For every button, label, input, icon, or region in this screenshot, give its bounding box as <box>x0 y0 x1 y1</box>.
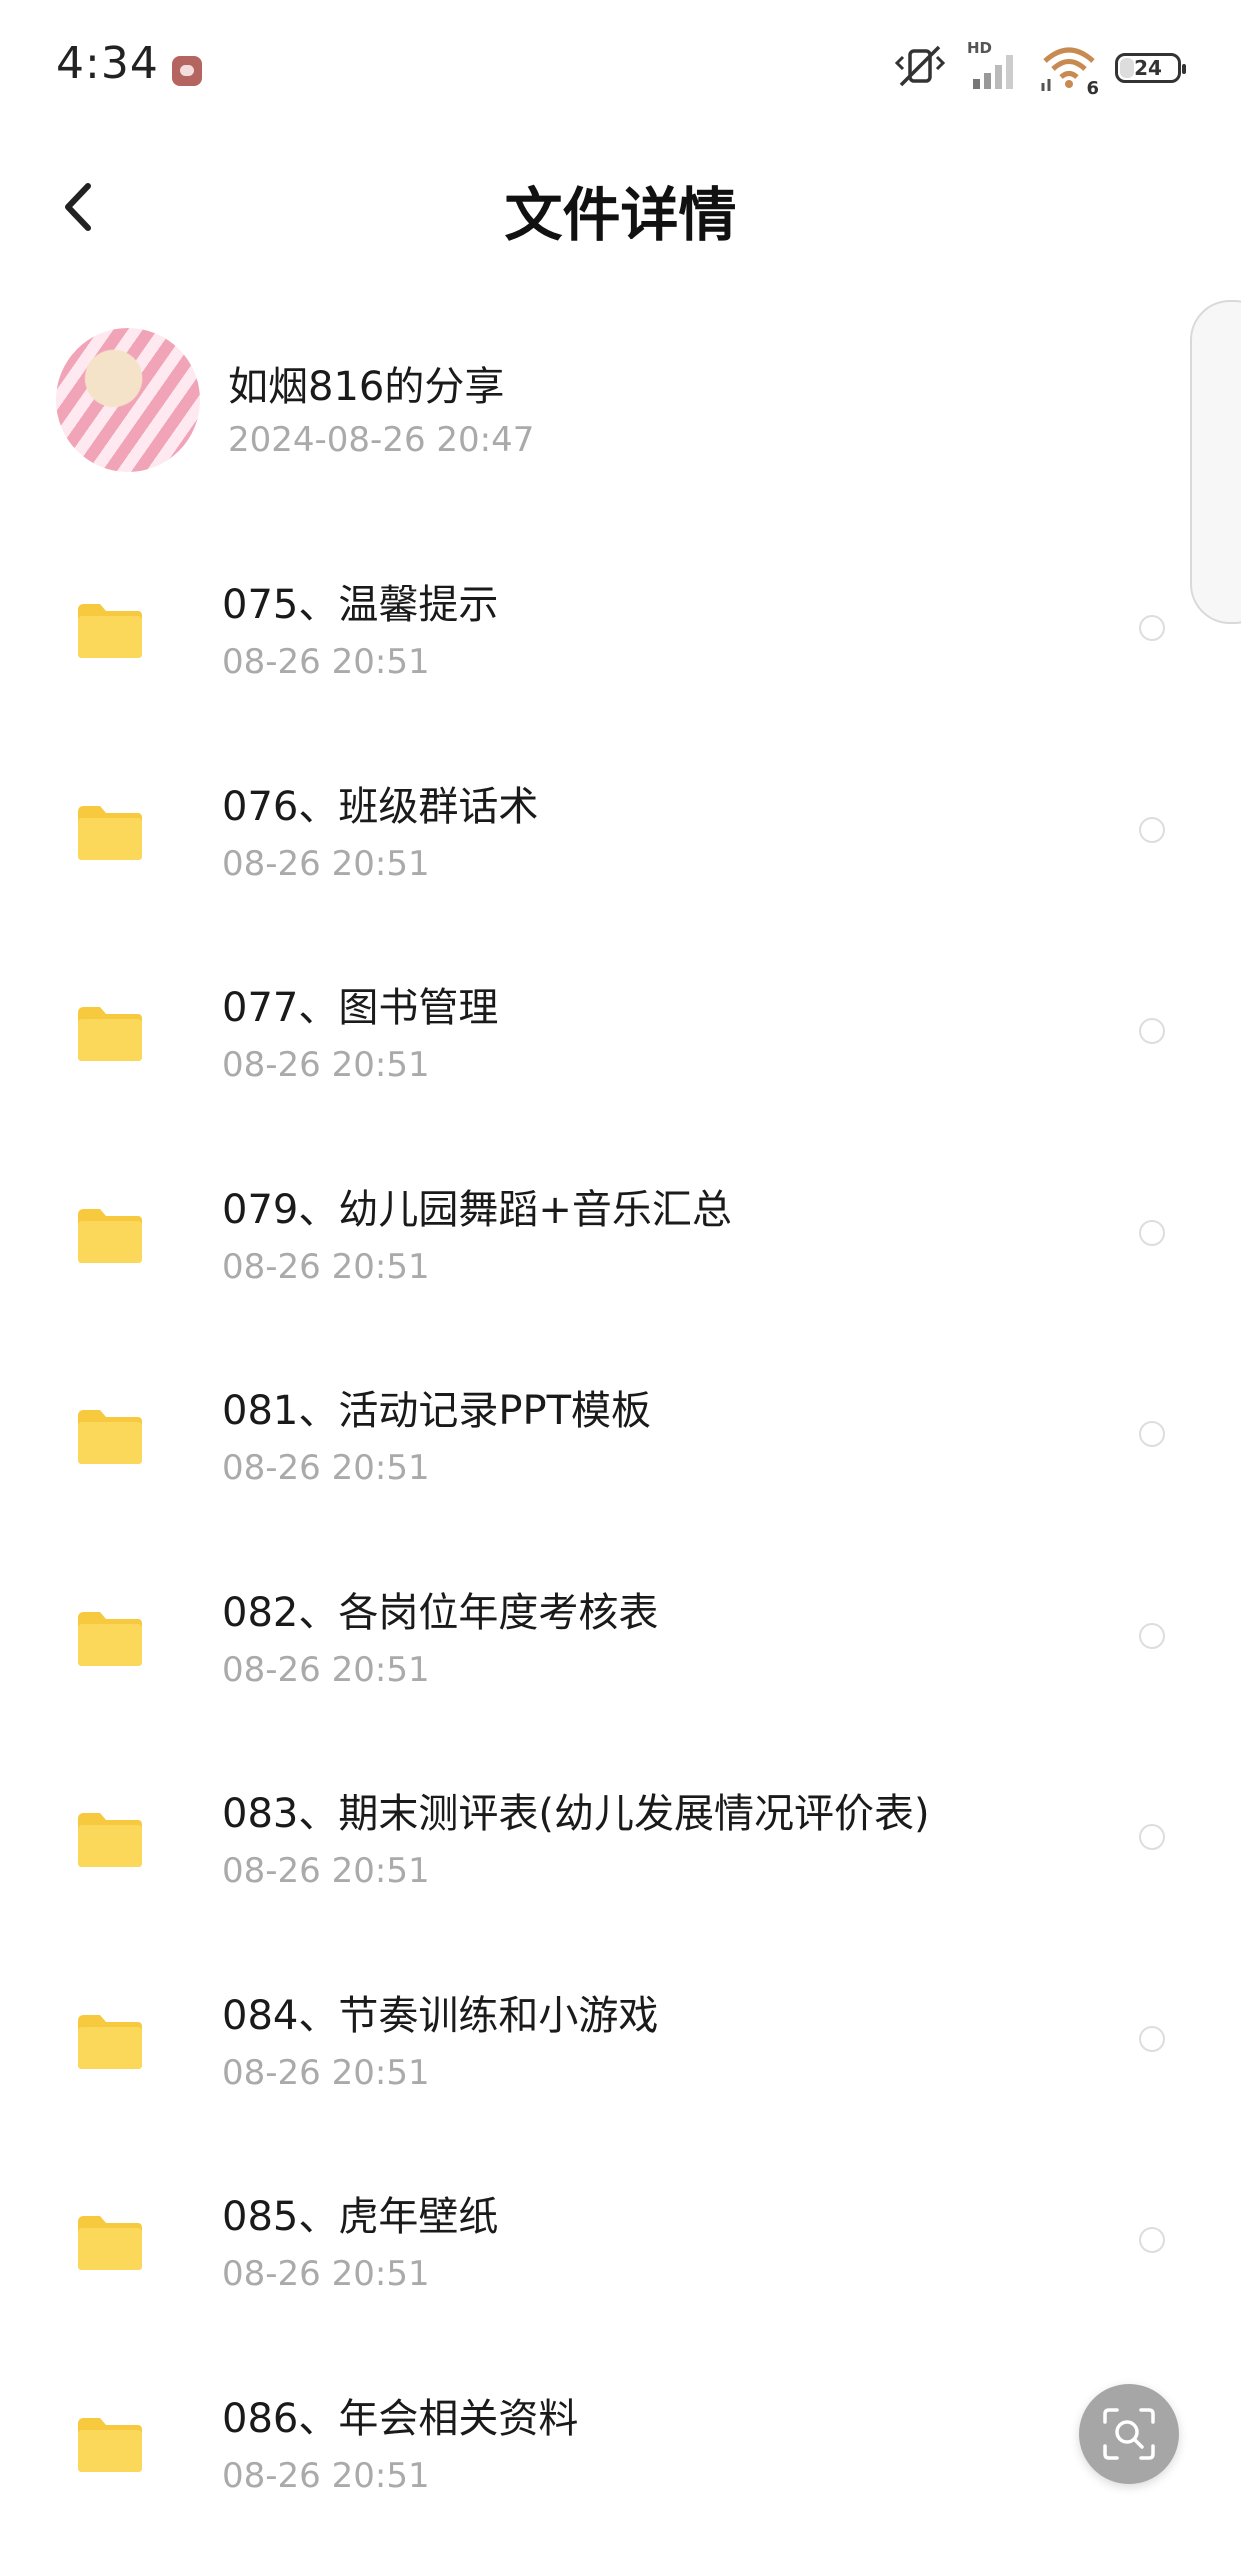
folder-icon <box>78 1611 142 1666</box>
folder-time: 08-26 20:51 <box>222 1246 430 1287</box>
battery-icon: 24 <box>1115 53 1186 83</box>
folder-item[interactable]: 086、年会相关资料 08-26 20:51 <box>0 2342 1241 2544</box>
wifi-icon: 6 <box>1041 43 1099 99</box>
select-radio[interactable] <box>1139 615 1165 641</box>
folder-icon <box>78 1007 142 1061</box>
select-radio[interactable] <box>1139 1219 1165 1246</box>
folder-time: 08-26 20:51 <box>222 1649 430 1690</box>
page-title: 文件详情 <box>504 181 737 249</box>
folder-item[interactable]: 085、虎年壁纸 08-26 20:51 <box>0 2140 1241 2342</box>
folder-time: 08-26 20:51 <box>222 2052 430 2093</box>
select-radio[interactable] <box>1139 1824 1165 1850</box>
folder-item[interactable]: 081、活动记录PPT模板 08-26 20:51 <box>0 1334 1241 1536</box>
wifi-badge: 6 <box>1086 78 1099 99</box>
folder-icon <box>78 1813 142 1867</box>
folder-item[interactable]: 075、温馨提示 08-26 20:51 <box>0 528 1241 730</box>
folder-time: 08-26 20:51 <box>222 2455 430 2496</box>
folder-name: 079、幼儿园舞蹈+音乐汇总 <box>222 1186 732 1233</box>
folder-time: 08-26 20:51 <box>222 2254 430 2294</box>
select-radio[interactable] <box>1139 2025 1165 2052</box>
share-time: 2024-08-26 20:47 <box>228 420 535 460</box>
folder-name: 075、温馨提示 <box>222 582 499 628</box>
select-radio[interactable] <box>1139 1018 1165 1044</box>
folder-name: 086、年会相关资料 <box>222 2395 579 2442</box>
folder-name: 083、期末测评表(幼儿发展情况评价表) <box>222 1791 930 1837</box>
folder-name: 081、活动记录PPT模板 <box>222 1388 652 1434</box>
folder-time: 08-26 20:51 <box>222 1448 430 1488</box>
vibrate-off-icon <box>893 43 947 93</box>
folder-time: 08-26 20:51 <box>222 1045 430 1085</box>
status-bar: 4:34 HD 6 24 <box>0 0 1241 140</box>
folder-item[interactable]: 084、节奏训练和小游戏 08-26 20:51 <box>0 1939 1241 2141</box>
folder-item[interactable]: 083、期末测评表(幼儿发展情况评价表) 08-26 20:51 <box>0 1737 1241 1939</box>
sharer-name: 如烟816的分享 <box>228 364 505 410</box>
select-radio[interactable] <box>1139 1622 1165 1649</box>
folder-icon <box>78 2417 142 2472</box>
select-radio[interactable] <box>1139 816 1165 843</box>
folder-name: 076、班级群话术 <box>222 783 539 830</box>
status-time: 4:34 <box>56 38 159 89</box>
folder-icon <box>78 805 142 860</box>
scan-search-button[interactable] <box>1079 2384 1179 2484</box>
avatar[interactable] <box>56 328 200 472</box>
folder-icon <box>78 2014 142 2069</box>
folder-item[interactable]: 077、图书管理 08-26 20:51 <box>0 931 1241 1133</box>
folder-name: 077、图书管理 <box>222 985 499 1031</box>
select-radio[interactable] <box>1139 1421 1165 1447</box>
folder-name: 084、节奏训练和小游戏 <box>222 1992 659 2039</box>
share-header: 如烟816的分享 2024-08-26 20:47 <box>0 320 1241 480</box>
folder-icon <box>78 2216 142 2270</box>
select-radio[interactable] <box>1139 2227 1165 2253</box>
folder-time: 08-26 20:51 <box>222 1851 430 1891</box>
status-icons: HD 6 24 <box>893 39 1186 99</box>
folder-item[interactable]: 079、幼儿园舞蹈+音乐汇总 08-26 20:51 <box>0 1133 1241 1335</box>
file-list: 075、温馨提示 08-26 20:51 076、班级群话术 08-26 20:… <box>0 528 1241 2543</box>
folder-item[interactable]: 076、班级群话术 08-26 20:51 <box>0 730 1241 932</box>
battery-level: 24 <box>1134 56 1162 80</box>
folder-time: 08-26 20:51 <box>222 642 430 682</box>
folder-name: 085、虎年壁纸 <box>222 2194 499 2240</box>
signal-icon: HD <box>965 39 1023 93</box>
folder-icon <box>78 1410 142 1464</box>
folder-name: 082、各岗位年度考核表 <box>222 1589 659 1636</box>
scan-search-icon <box>1103 2408 1155 2460</box>
folder-icon <box>78 1208 142 1263</box>
folder-icon <box>78 604 142 658</box>
app-notification-icon <box>172 56 202 86</box>
folder-time: 08-26 20:51 <box>222 843 430 884</box>
folder-item[interactable]: 082、各岗位年度考核表 08-26 20:51 <box>0 1536 1241 1738</box>
